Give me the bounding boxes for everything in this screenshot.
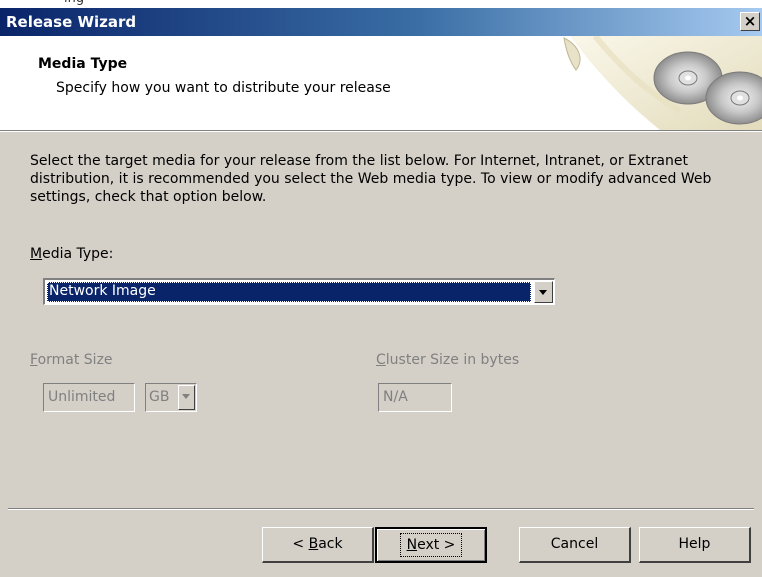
format-unit-value: GB — [149, 389, 170, 405]
back-button-label: < Back — [292, 528, 342, 560]
background-window-strip: ing — [0, 0, 762, 8]
cluster-size-label: Cluster Size in bytes — [376, 352, 519, 368]
format-size-field[interactable]: Unlimited — [43, 383, 135, 412]
media-type-dropdown-button[interactable] — [534, 281, 553, 303]
background-window-title-fragment: ing — [64, 0, 84, 6]
media-type-label-mnemonic: M — [30, 246, 43, 262]
next-mnemonic: N — [406, 537, 418, 553]
back-rest: ack — [318, 536, 343, 552]
media-type-label-rest: edia Type: — [42, 246, 114, 262]
cluster-size-field[interactable]: N/A — [378, 383, 452, 412]
help-button-label: Help — [678, 536, 711, 552]
close-icon: × — [743, 12, 757, 30]
page-subtitle: Specify how you want to distribute your … — [56, 80, 391, 96]
media-type-selected-value: Network Image — [47, 282, 531, 302]
instructions-text: Select the target media for your release… — [30, 153, 712, 205]
cancel-button-label: Cancel — [550, 536, 599, 552]
footer-separator-highlight — [8, 509, 754, 510]
format-unit-dropdown-button[interactable] — [178, 385, 195, 410]
format-size-label-mnemonic: F — [30, 352, 38, 368]
back-prefix: < — [292, 536, 309, 552]
cancel-button[interactable]: Cancel — [519, 527, 631, 563]
back-mnemonic: B — [308, 536, 319, 552]
chevron-down-icon — [539, 290, 547, 295]
cluster-size-label-mnemonic: C — [376, 352, 386, 368]
next-button-label: Next > — [399, 533, 463, 557]
wizard-header: Media Type Specify how you want to distr… — [0, 36, 762, 131]
format-unit-dropdown[interactable]: GB — [145, 383, 197, 412]
chevron-down-icon — [182, 394, 190, 399]
cd-discs-scroll-icon — [563, 36, 762, 130]
media-type-dropdown[interactable]: Network Image — [43, 278, 555, 305]
window-title: Release Wizard — [6, 13, 137, 31]
close-button[interactable]: × — [740, 12, 760, 31]
format-size-label: Format Size — [30, 352, 113, 368]
format-size-label-rest: ormat Size — [37, 352, 113, 368]
title-bar[interactable]: Release Wizard × — [0, 8, 762, 36]
cluster-size-label-rest: luster Size in bytes — [385, 352, 520, 368]
next-rest: ext > — [417, 537, 456, 553]
next-button[interactable]: Next > — [375, 527, 487, 563]
page-title: Media Type — [38, 56, 128, 72]
header-separator — [0, 131, 762, 132]
help-button[interactable]: Help — [639, 527, 751, 563]
media-type-label: Media Type: — [30, 246, 113, 262]
back-button[interactable]: < Back — [262, 527, 374, 563]
